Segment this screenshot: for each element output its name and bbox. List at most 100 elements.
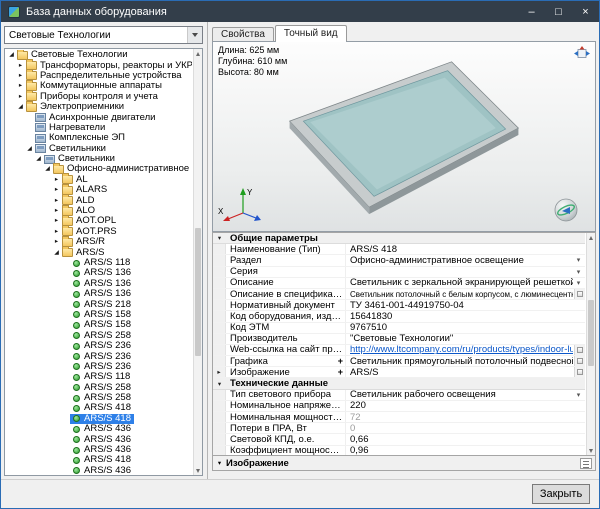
property-row[interactable]: Производитель "Световые Технологии" — [213, 334, 585, 345]
grid-scrollbar[interactable] — [586, 233, 595, 455]
property-row[interactable]: Световой КПД, о.е. 0,66 — [213, 434, 585, 445]
grid-scroll-thumb[interactable] — [588, 300, 594, 367]
tree-item[interactable]: Комплексные ЭП — [5, 133, 192, 143]
tree-item-hit[interactable]: ARS/S 236 — [70, 341, 134, 351]
tree-expander-icon[interactable] — [16, 92, 25, 102]
property-value[interactable]: Светильник с зеркальной экранирующей реш… — [346, 278, 585, 288]
property-value[interactable]: ARS/S 418 — [346, 244, 585, 254]
tree-expander-icon[interactable] — [52, 248, 61, 258]
tree-item[interactable]: ARS/S 236 — [5, 341, 192, 351]
tab[interactable]: Точный вид — [275, 25, 347, 41]
property-row[interactable]: Номинальное напряжение, В 220 — [213, 401, 585, 412]
property-row[interactable]: Описание в спецификации Светильник потол… — [213, 289, 585, 300]
property-row[interactable]: Web-ссылка на сайт производителя http://… — [213, 345, 585, 356]
property-row[interactable]: Технические данные — [213, 378, 585, 389]
tree-item[interactable]: ARS/S 136 — [5, 289, 192, 299]
tree-item-hit[interactable]: Электроприемники — [25, 102, 127, 112]
tree-expander-icon[interactable] — [52, 185, 61, 195]
tab[interactable]: Свойства — [212, 27, 274, 41]
property-row[interactable]: Серия — [213, 267, 585, 278]
tree-item-hit[interactable]: ARS/S 436 — [70, 424, 134, 434]
property-row[interactable]: Раздел Офисно-административное освещение — [213, 255, 585, 266]
property-value[interactable]: Светильник рабочего освещения — [346, 390, 585, 400]
property-value[interactable]: 0,96 — [346, 446, 585, 455]
row-detail-button[interactable] — [574, 367, 585, 377]
property-value[interactable]: ARS/S — [346, 367, 574, 377]
property-value[interactable]: 15641830 — [346, 311, 585, 321]
catalog-select[interactable]: Световые Технологии — [4, 26, 203, 44]
tree-expander-icon[interactable] — [52, 237, 61, 247]
image-section-button-icon[interactable] — [580, 458, 592, 469]
tree-expander-icon[interactable] — [25, 144, 34, 154]
tree-expander-icon[interactable] — [16, 71, 25, 81]
tree-item-hit[interactable]: ARS/S 118 — [70, 372, 133, 382]
property-row[interactable]: Тип светового прибора Светильник рабочег… — [213, 390, 585, 401]
property-value[interactable]: http://www.ltcompany.com/ru/products/typ… — [346, 345, 574, 355]
property-value[interactable]: 0 — [346, 423, 585, 433]
tree-item[interactable]: ARS/S 436 — [5, 466, 192, 475]
view-mode-icon[interactable] — [574, 46, 590, 60]
tree-expander-icon[interactable] — [52, 206, 61, 216]
scroll-up-icon[interactable] — [587, 233, 595, 242]
property-value[interactable] — [346, 267, 585, 277]
tree-item-hit[interactable]: Комплексные ЭП — [34, 133, 128, 143]
property-value[interactable]: ТУ 3461-001-44919750-04 — [346, 300, 585, 310]
row-detail-button[interactable] — [574, 289, 585, 299]
tree-scrollbar[interactable] — [193, 49, 202, 475]
tree-item[interactable]: ARS/S 158 — [5, 320, 192, 330]
maximize-button[interactable]: □ — [545, 1, 572, 22]
close-button[interactable]: Закрыть — [532, 484, 590, 504]
property-value[interactable]: Светильник прямоугольный потолочный подв… — [346, 356, 574, 366]
property-row[interactable]: Графика Светильник прямоугольный потолоч… — [213, 356, 585, 367]
property-row[interactable]: Наименование (Тип) ARS/S 418 — [213, 244, 585, 255]
tree-expander-icon[interactable] — [16, 102, 25, 112]
close-window-button[interactable]: × — [572, 1, 599, 22]
tree-expander-icon[interactable] — [43, 164, 52, 174]
tree-item[interactable]: Коммутационные аппараты — [5, 81, 192, 91]
tree-expander-icon[interactable] — [34, 154, 43, 164]
dropdown-arrow-icon[interactable] — [573, 391, 584, 399]
tree-item-hit[interactable]: ARS/S 436 — [70, 466, 134, 475]
row-detail-button[interactable] — [574, 356, 585, 366]
orientation-ball-icon[interactable] — [553, 197, 579, 223]
property-row[interactable]: Код ЭТМ 9767510 — [213, 323, 585, 334]
property-row[interactable]: Описание Светильник с зеркальной экранир… — [213, 278, 585, 289]
property-row[interactable]: Коэффициент мощности, о.е. 0,96 — [213, 446, 585, 455]
tree-expander-icon[interactable] — [52, 175, 61, 185]
property-value[interactable]: 72 — [346, 412, 585, 422]
tree-expander-icon[interactable] — [16, 61, 25, 71]
property-row[interactable]: Общие параметры — [213, 233, 585, 244]
tree-item-hit[interactable]: Световые Технологии — [16, 50, 131, 60]
tree-item-hit[interactable]: ARS/S 158 — [70, 320, 134, 330]
property-row[interactable]: Изображение ARS/S — [213, 367, 585, 378]
property-value[interactable]: 9767510 — [346, 323, 585, 333]
image-section-header[interactable]: Изображение — [212, 456, 596, 471]
combo-dropdown-button[interactable] — [187, 27, 202, 43]
property-row[interactable]: Нормативный документ ТУ 3461-001-4491975… — [213, 300, 585, 311]
tree-expander-icon[interactable] — [52, 196, 61, 206]
property-row[interactable]: Код оборудования, изделия, материалов 15… — [213, 311, 585, 322]
row-detail-button[interactable] — [574, 345, 585, 355]
minimize-button[interactable]: – — [518, 1, 545, 22]
tree-item-hit[interactable]: Коммутационные аппараты — [25, 81, 165, 91]
tree-item[interactable]: ALARS — [5, 185, 192, 195]
dropdown-arrow-icon[interactable] — [573, 268, 584, 276]
property-row[interactable]: Потери в ПРА, Вт 0 — [213, 423, 585, 434]
dropdown-arrow-icon[interactable] — [573, 279, 584, 287]
tree-item[interactable]: ARS/S 436 — [5, 424, 192, 434]
tree-expander-icon[interactable] — [16, 81, 25, 91]
tree-item[interactable]: ARS/R — [5, 237, 192, 247]
tree-item[interactable]: Офисно-административное освещение — [5, 164, 192, 174]
tree-expander-icon[interactable] — [52, 227, 61, 237]
property-value[interactable]: Светильник потолочный с белым корпусом, … — [346, 289, 574, 299]
property-value[interactable]: 0,66 — [346, 434, 585, 444]
scroll-down-icon[interactable] — [587, 446, 595, 455]
property-value[interactable]: 220 — [346, 401, 585, 411]
tree-item[interactable]: ALD — [5, 195, 192, 205]
property-value[interactable]: Офисно-административное освещение — [346, 255, 585, 265]
tree-item-hit[interactable]: ARS/S 136 — [70, 289, 134, 299]
scroll-up-icon[interactable] — [194, 49, 202, 58]
dropdown-arrow-icon[interactable] — [573, 256, 584, 264]
3d-viewport[interactable]: Длина: 625 мм Глубина: 610 мм Высота: 80… — [212, 41, 596, 232]
tree-scroll-thumb[interactable] — [195, 228, 201, 356]
